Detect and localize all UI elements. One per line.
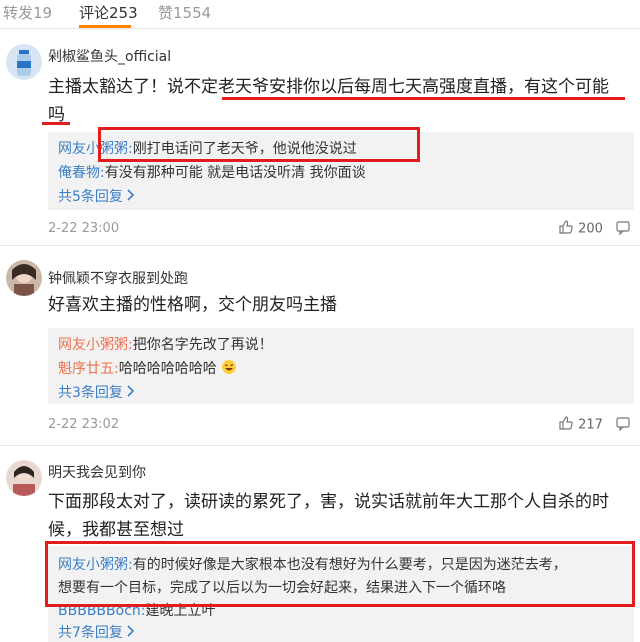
reply-box: 网友小粥粥:把你名字先改了再说！ 魁序廿五:哈哈哈哈哈哈哈 共3条回复 bbox=[48, 328, 634, 404]
highlight-box bbox=[98, 127, 420, 162]
comment-text: 下面那段太对了，读研读的累死了，害，说实话就前年大工那个人自杀的时 候，我都甚至… bbox=[48, 488, 628, 544]
tab-comments[interactable]: 评论253 bbox=[79, 2, 138, 23]
highlight-underline bbox=[42, 122, 70, 125]
reply-username[interactable]: 俺春物: bbox=[58, 165, 105, 181]
chevron-right-icon bbox=[127, 625, 135, 641]
comment-text-line: 吗 bbox=[48, 105, 65, 125]
avatar[interactable] bbox=[6, 44, 42, 80]
chevron-right-icon bbox=[127, 385, 135, 401]
more-replies-link[interactable]: 共7条回复 bbox=[58, 622, 135, 642]
comment-text-line: 候，我都甚至想过 bbox=[48, 520, 184, 540]
comment-time: 2-22 23:02 bbox=[48, 417, 120, 432]
more-replies-link[interactable]: 共3条回复 bbox=[58, 382, 135, 402]
reply-username[interactable]: 网友小粥粥: bbox=[58, 337, 133, 353]
highlight-underline bbox=[222, 97, 625, 100]
laughing-emoji-icon bbox=[221, 359, 237, 379]
tab-likes[interactable]: 赞1554 bbox=[158, 2, 211, 23]
reply-item: 魁序廿五:哈哈哈哈哈哈哈 bbox=[58, 358, 237, 379]
comment-icon[interactable] bbox=[615, 219, 631, 239]
reply-text: 有没有那种可能 就是电话没听清 我你面谈 bbox=[104, 165, 366, 181]
reply-text: 哈哈哈哈哈哈哈 bbox=[118, 361, 217, 377]
comment-icon[interactable] bbox=[615, 415, 631, 435]
comment-username[interactable]: 剁椒鲨鱼头_official bbox=[48, 46, 171, 66]
avatar[interactable] bbox=[6, 260, 42, 296]
highlight-box bbox=[45, 541, 635, 607]
more-replies-link[interactable]: 共5条回复 bbox=[58, 186, 135, 206]
avatar[interactable] bbox=[6, 460, 42, 496]
more-replies-label: 共7条回复 bbox=[58, 625, 123, 641]
comment-time: 2-22 23:00 bbox=[48, 221, 120, 236]
comment-tabs: 转发19 评论253 赞1554 bbox=[0, 0, 640, 29]
reply-text: 把你名字先改了再说！ bbox=[132, 337, 273, 353]
like-icon[interactable] bbox=[558, 415, 574, 435]
comment-text: 好喜欢主播的性格啊，交个朋友吗主播 bbox=[48, 291, 628, 319]
comment-text-line: 好喜欢主播的性格啊，交个朋友吗主播 bbox=[48, 295, 337, 315]
like-count: 200 bbox=[578, 221, 603, 237]
more-replies-label: 共3条回复 bbox=[58, 385, 123, 401]
comment-username[interactable]: 钟佩颖不穿衣服到处跑 bbox=[48, 268, 188, 288]
reply-username[interactable]: 魁序廿五: bbox=[58, 361, 119, 377]
comment-username[interactable]: 明天我会见到你 bbox=[48, 462, 146, 482]
reply-item: 俺春物:有没有那种可能 就是电话没听清 我你面谈 bbox=[58, 162, 366, 182]
comment-item: 钟佩颖不穿衣服到处跑 好喜欢主播的性格啊，交个朋友吗主播 网友小粥粥:把你名字先… bbox=[0, 246, 640, 446]
like-icon[interactable] bbox=[558, 219, 574, 239]
reply-item: 网友小粥粥:把你名字先改了再说！ bbox=[58, 334, 273, 354]
chevron-right-icon bbox=[127, 189, 135, 205]
like-count: 217 bbox=[578, 417, 603, 433]
comment-actions: 200 bbox=[558, 219, 631, 239]
more-replies-label: 共5条回复 bbox=[58, 189, 123, 205]
tab-reposts[interactable]: 转发19 bbox=[3, 2, 52, 23]
comment-text: 主播太豁达了！说不定老天爷安排你以后每周七天高强度直播，有这个可能 吗 bbox=[48, 73, 628, 129]
comment-actions: 217 bbox=[558, 415, 631, 435]
comment-text-line: 下面那段太对了，读研读的累死了，害，说实话就前年大工那个人自杀的时 bbox=[48, 492, 609, 512]
